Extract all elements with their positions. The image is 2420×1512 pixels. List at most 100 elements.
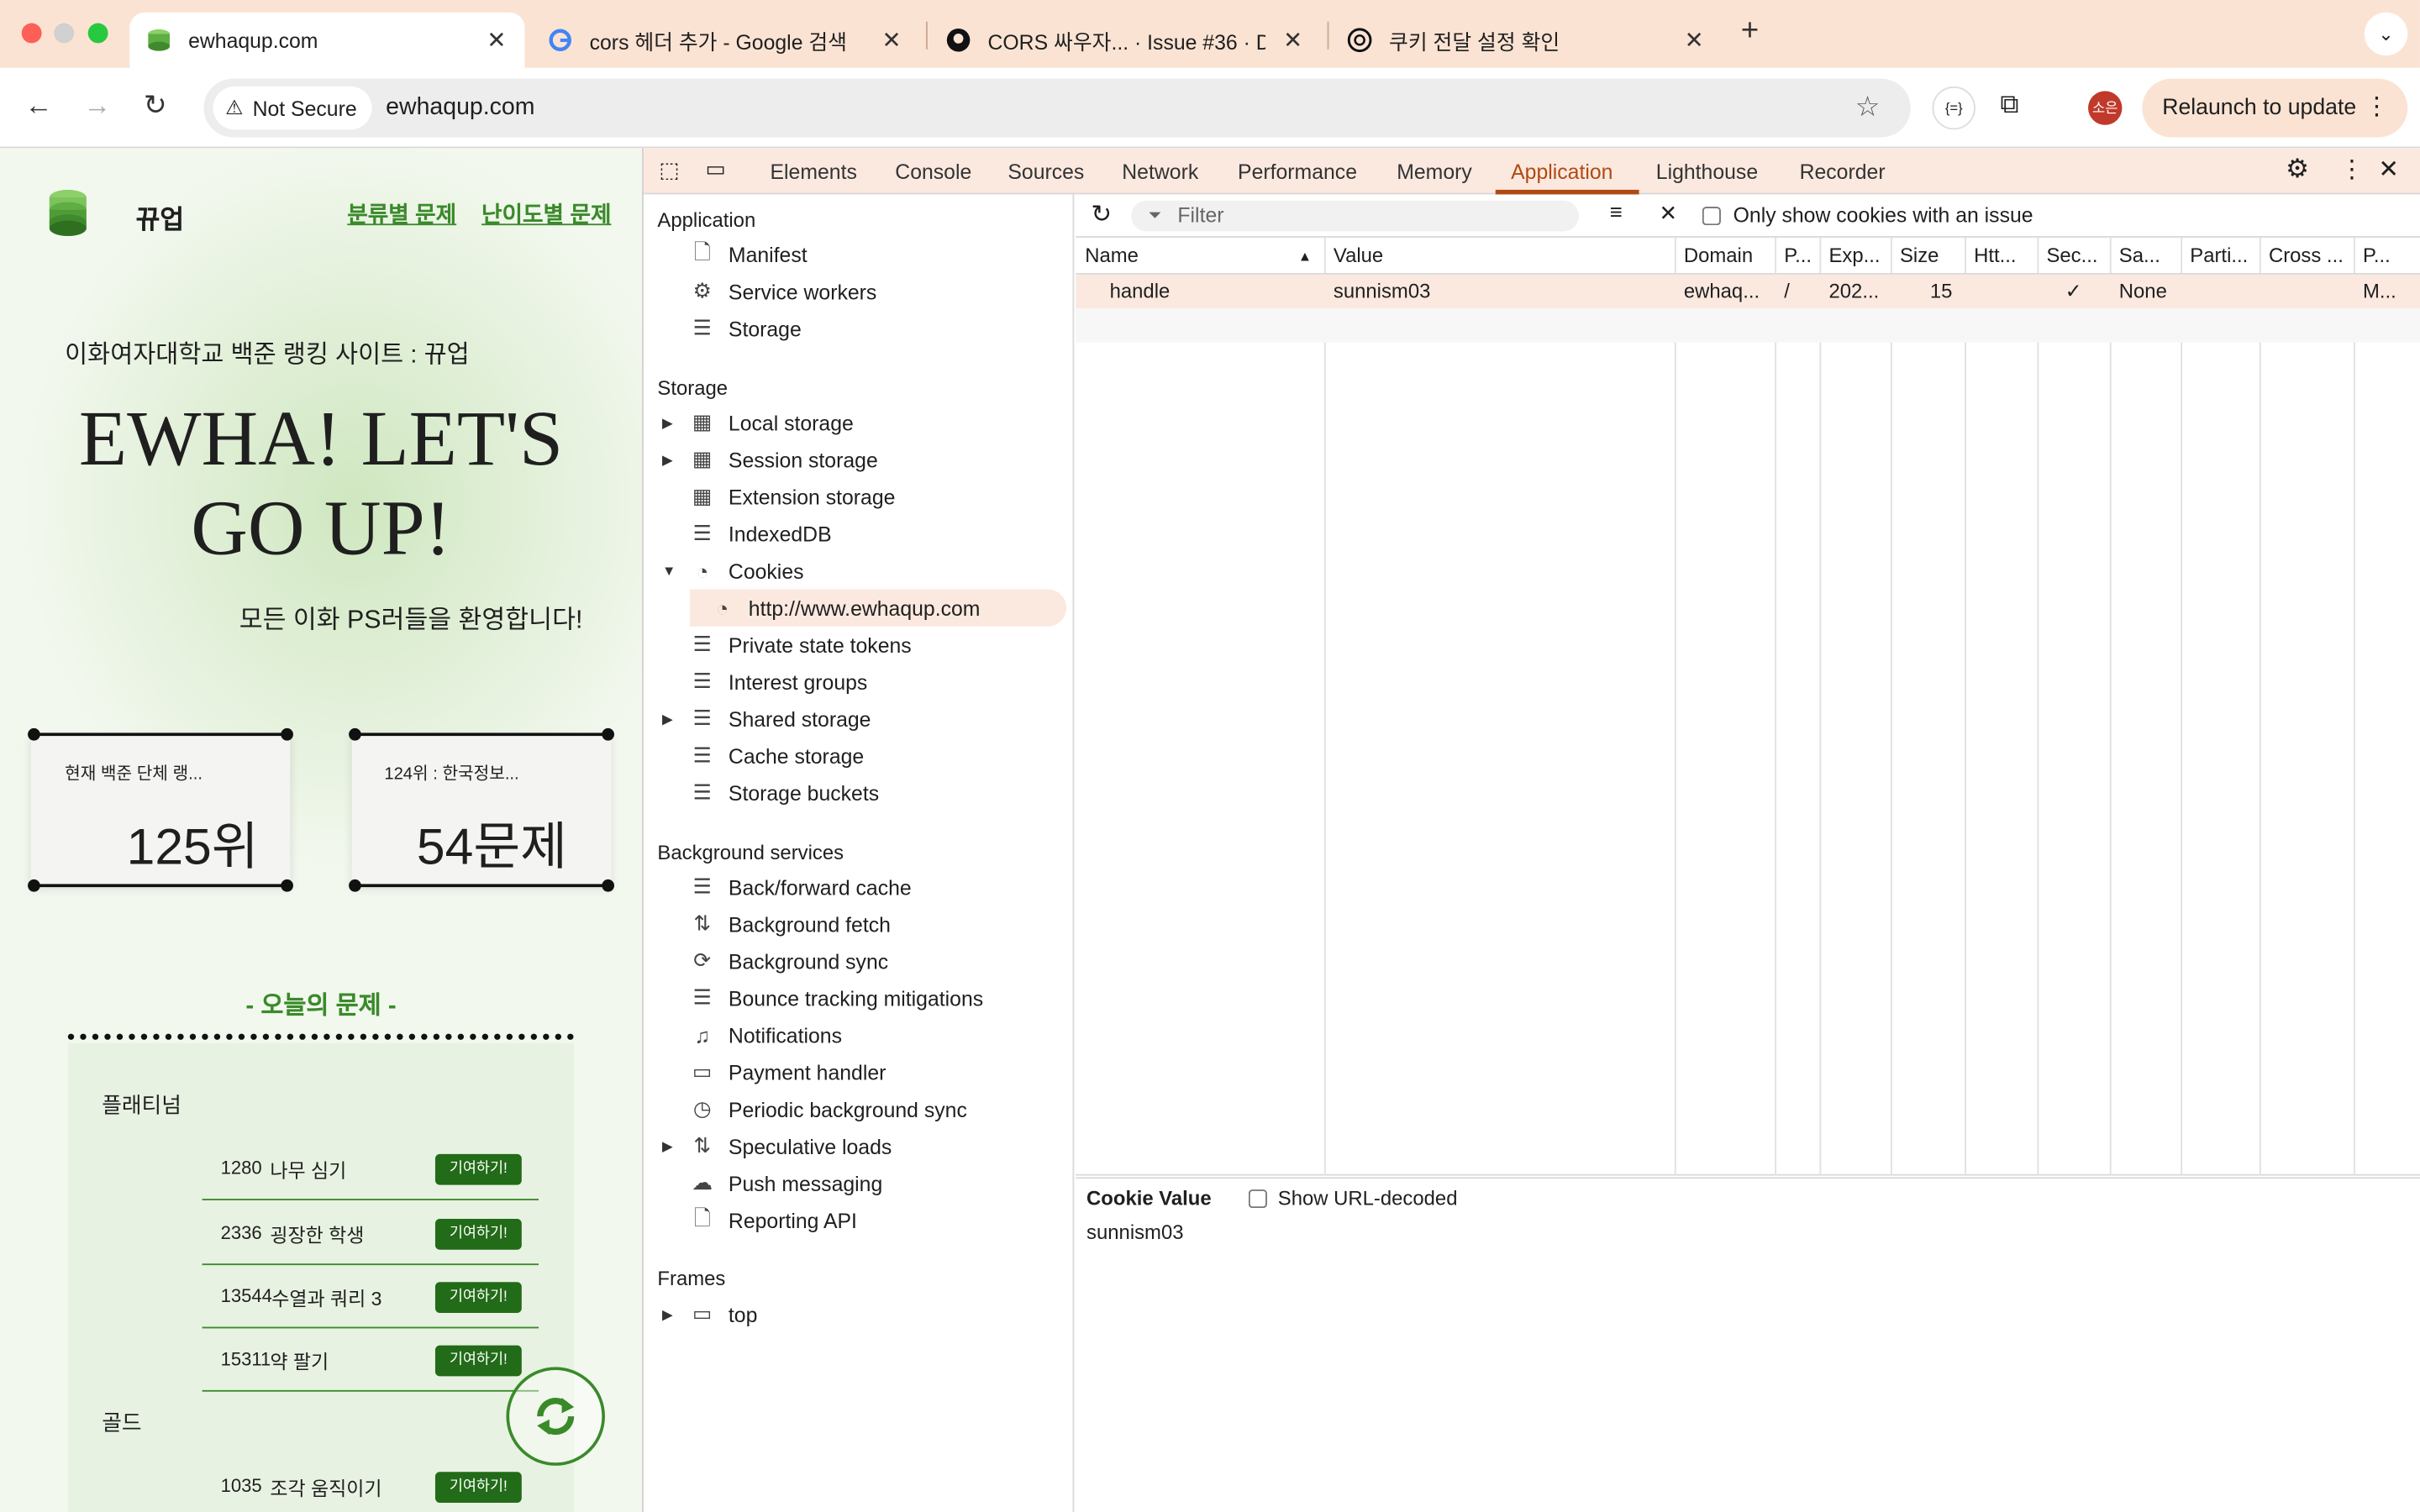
minimize-window-button[interactable] bbox=[54, 23, 75, 44]
problem-name[interactable]: 굉장한 학생 bbox=[270, 1219, 364, 1248]
collapse-arrow-icon[interactable]: ▼ bbox=[662, 563, 676, 578]
column-header-path[interactable]: P... bbox=[1775, 238, 1820, 275]
column-header-partition[interactable]: Parti... bbox=[2181, 238, 2260, 275]
tab-github-issue[interactable]: CORS 싸우자... · Issue #36 · Da ✕ bbox=[929, 13, 1322, 68]
more-vertical-icon[interactable]: ⋮ bbox=[2339, 155, 2364, 186]
sidebar-item-storage-buckets[interactable]: ☰ Storage buckets bbox=[688, 776, 880, 810]
problem-name[interactable]: 약 팔기 bbox=[270, 1346, 329, 1375]
tab-chatgpt[interactable]: 쿠키 전달 설정 확인 ✕ bbox=[1330, 13, 1723, 68]
sidebar-item-extension-storage[interactable]: ▦ Extension storage bbox=[688, 480, 895, 513]
sidebar-item-background-fetch[interactable]: ⇅ Background fetch bbox=[688, 907, 891, 941]
url-text[interactable]: ewhaqup.com bbox=[386, 94, 534, 122]
contribute-button[interactable]: 기여하기! bbox=[434, 1345, 522, 1377]
close-tab-icon[interactable]: ✕ bbox=[487, 26, 506, 54]
sidebar-item-interest-groups[interactable]: ☰ Interest groups bbox=[688, 665, 868, 699]
problem-row[interactable]: 2336 굉장한 학생 기여하기! bbox=[202, 1200, 539, 1266]
refresh-icon[interactable]: ↻ bbox=[1092, 199, 1113, 230]
close-devtools-icon[interactable]: ✕ bbox=[2378, 155, 2399, 186]
filter-input[interactable]: ⏷ Filter bbox=[1131, 200, 1579, 232]
tab-ewhaqup[interactable]: ewhaqup.com ✕ bbox=[129, 12, 525, 68]
site-logo-icon[interactable] bbox=[46, 188, 89, 245]
tab-recorder[interactable]: Recorder bbox=[1800, 160, 1886, 184]
tab-performance[interactable]: Performance bbox=[1238, 160, 1357, 184]
sidebar-item-reporting-api[interactable]: 🗋 Reporting API bbox=[688, 1204, 857, 1237]
sidebar-item-local-storage[interactable]: ▦ Local storage bbox=[688, 406, 854, 439]
security-badge[interactable]: ⚠ Not Secure bbox=[213, 86, 373, 130]
sidebar-item-cookies[interactable]: ◔ Cookies bbox=[688, 554, 803, 587]
column-header-samesite[interactable]: Sa... bbox=[2109, 238, 2181, 275]
column-header-secure[interactable]: Sec... bbox=[2037, 238, 2110, 275]
cookie-path[interactable]: / bbox=[1775, 275, 1819, 308]
column-header-name[interactable]: Name ▲ bbox=[1076, 238, 1324, 275]
nav-category-link[interactable]: 분류별 문제 bbox=[347, 197, 456, 230]
problem-row[interactable]: 15311 약 팔기 기여하기! bbox=[202, 1327, 539, 1392]
column-header-cross-site[interactable]: Cross ... bbox=[2259, 238, 2354, 275]
column-header-priority[interactable]: P... bbox=[2353, 238, 2420, 275]
tab-memory[interactable]: Memory bbox=[1397, 160, 1472, 184]
contribute-button[interactable]: 기여하기! bbox=[434, 1218, 522, 1250]
problem-row[interactable]: 13544 수열과 쿼리 3 기여하기! bbox=[202, 1263, 539, 1329]
expand-arrow-icon[interactable]: ▶ bbox=[662, 415, 673, 432]
problem-name[interactable]: 수열과 쿼리 3 bbox=[271, 1282, 381, 1311]
settings-gear-icon[interactable]: ⚙ bbox=[2286, 155, 2309, 186]
tab-network[interactable]: Network bbox=[1122, 160, 1198, 184]
problem-name[interactable]: 조각 움직이기 bbox=[270, 1472, 381, 1501]
sidebar-item-manifest[interactable]: 🗋 Manifest bbox=[688, 238, 808, 271]
sidebar-item-private-state-tokens[interactable]: ☰ Private state tokens bbox=[688, 628, 912, 662]
column-header-size[interactable]: Size bbox=[1890, 238, 1965, 275]
sidebar-item-service-workers[interactable]: ⚙ Service workers bbox=[688, 275, 877, 308]
contribute-button[interactable]: 기여하기! bbox=[434, 1282, 522, 1314]
tab-elements[interactable]: Elements bbox=[771, 160, 857, 184]
column-header-httponly[interactable]: Htt... bbox=[1965, 238, 2038, 275]
device-toolbar-icon[interactable]: ▭ bbox=[705, 156, 725, 182]
extensions-puzzle-icon[interactable]: ⧉ bbox=[2000, 90, 2018, 121]
tab-google-search[interactable]: cors 헤더 추가 - Google 검색 ✕ bbox=[531, 13, 920, 68]
close-tab-icon[interactable]: ✕ bbox=[1283, 26, 1302, 54]
inspect-element-icon[interactable]: ⬚ bbox=[659, 157, 679, 183]
site-logo-text[interactable]: 뀨업 bbox=[136, 197, 184, 236]
close-tab-icon[interactable]: ✕ bbox=[1685, 26, 1704, 54]
sidebar-item-shared-storage[interactable]: ☰ Shared storage bbox=[688, 702, 871, 736]
cookie-priority[interactable]: M... bbox=[2354, 275, 2420, 308]
sidebar-item-speculative-loads[interactable]: ⇅ Speculative loads bbox=[688, 1129, 892, 1163]
problem-row[interactable]: 1280 나무 심기 기여하기! bbox=[202, 1136, 539, 1200]
bookmark-star-icon[interactable]: ☆ bbox=[1855, 91, 1881, 123]
new-tab-icon[interactable]: + bbox=[1741, 14, 1759, 50]
cookie-size[interactable]: 15 bbox=[1891, 275, 1965, 308]
extension-icon[interactable]: {=} bbox=[1932, 86, 1975, 130]
zoom-window-button[interactable] bbox=[87, 23, 108, 44]
problem-name[interactable]: 나무 심기 bbox=[270, 1154, 346, 1184]
sidebar-item-push-messaging[interactable]: ☁ Push messaging bbox=[688, 1167, 882, 1200]
sidebar-item-back-forward-cache[interactable]: ☰ Back/forward cache bbox=[688, 870, 912, 904]
sidebar-item-indexeddb[interactable]: ☰ IndexedDB bbox=[688, 517, 832, 550]
cookie-samesite[interactable]: None bbox=[2110, 275, 2181, 308]
sidebar-item-background-sync[interactable]: ⟳ Background sync bbox=[688, 944, 888, 978]
relaunch-button[interactable]: Relaunch to update ⋮ bbox=[2142, 78, 2408, 138]
problem-row[interactable]: 1035 조각 움직이기 기여하기! bbox=[203, 1453, 539, 1512]
sidebar-item-cookie-origin[interactable]: ◔ http://www.ewhaqup.com bbox=[708, 591, 980, 624]
sidebar-item-periodic-background-sync[interactable]: ◷ Periodic background sync bbox=[688, 1092, 967, 1126]
sidebar-item-cache-storage[interactable]: ☰ Cache storage bbox=[688, 739, 865, 773]
only-issue-checkbox[interactable] bbox=[1702, 207, 1721, 226]
contribute-button[interactable]: 기여하기! bbox=[434, 1153, 522, 1185]
cookie-secure[interactable]: ✓ bbox=[2037, 275, 2109, 308]
forward-arrow-icon[interactable]: → bbox=[83, 90, 111, 123]
expand-arrow-icon[interactable]: ▶ bbox=[662, 1138, 673, 1155]
cookie-domain[interactable]: ewhaq... bbox=[1675, 275, 1775, 308]
tab-sources[interactable]: Sources bbox=[1007, 160, 1084, 184]
close-window-button[interactable] bbox=[21, 23, 42, 44]
column-header-value[interactable]: Value bbox=[1323, 238, 1675, 275]
cookie-name[interactable]: handle bbox=[1101, 275, 1324, 308]
nav-difficulty-link[interactable]: 난이도별 문제 bbox=[481, 197, 611, 230]
address-bar[interactable]: ⚠ Not Secure ewhaqup.com ☆ bbox=[203, 78, 1911, 138]
expand-arrow-icon[interactable]: ▶ bbox=[662, 452, 673, 469]
sidebar-item-bounce-tracking[interactable]: ☰ Bounce tracking mitigations bbox=[688, 981, 984, 1015]
expand-arrow-icon[interactable]: ▶ bbox=[662, 1307, 673, 1324]
clear-all-cookies-icon[interactable]: ≡ bbox=[1610, 199, 1623, 223]
cookie-expires[interactable]: 202... bbox=[1819, 275, 1890, 308]
sidebar-item-frame-top[interactable]: ▭ top bbox=[688, 1298, 757, 1331]
sidebar-item-notifications[interactable]: ♫ Notifications bbox=[688, 1018, 842, 1052]
tab-console[interactable]: Console bbox=[895, 160, 971, 184]
sidebar-item-session-storage[interactable]: ▦ Session storage bbox=[688, 443, 878, 476]
tab-lighthouse[interactable]: Lighthouse bbox=[1656, 160, 1758, 184]
